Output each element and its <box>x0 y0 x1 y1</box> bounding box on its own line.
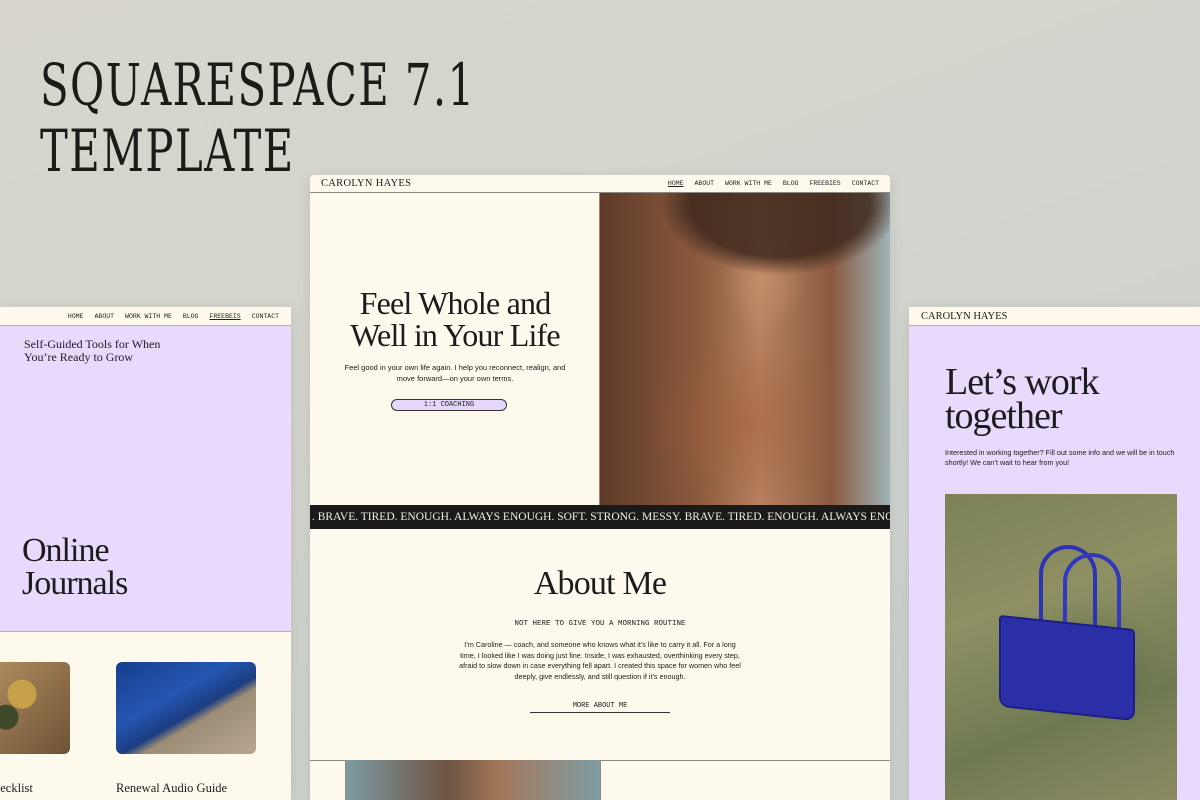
freebies-title: Online Journals <box>22 532 128 602</box>
freebies-title-line-1: Online <box>22 532 110 569</box>
hero-portrait-shading <box>600 193 890 323</box>
freebies-page-mockup: HOME ABOUT WORK WITH ME BLOG FREEBEIS CO… <box>0 307 291 800</box>
center-page-header: CAROLYN HAYES HOME ABOUT WORK WITH ME BL… <box>310 175 890 193</box>
more-about-me-link[interactable]: MORE ABOUT ME <box>530 702 670 713</box>
bottom-portrait-photo <box>345 760 601 800</box>
nav-home[interactable]: HOME <box>668 180 684 187</box>
hero-title-line-1: Feel Whole and <box>359 285 552 321</box>
checklist-product-image[interactable] <box>0 662 70 754</box>
contact-title-line-1: Let’s work <box>945 361 1100 403</box>
nav-about[interactable]: ABOUT <box>695 180 715 187</box>
contact-page-mockup: CAROLYN HAYES Let’s work together Intere… <box>909 307 1200 800</box>
nav-blog[interactable]: BLOG <box>783 180 799 187</box>
about-title: About Me <box>533 565 667 602</box>
home-page-mockup: CAROLYN HAYES HOME ABOUT WORK WITH ME BL… <box>310 175 890 800</box>
audio-guide-caption[interactable]: Renewal Audio Guide <box>116 781 227 796</box>
basket-body <box>999 614 1135 722</box>
hero-description: Feel good in your own life again. I help… <box>344 363 566 383</box>
coaching-button[interactable]: 1:1 COACHING <box>391 399 507 411</box>
nav-home[interactable]: HOME <box>68 313 84 320</box>
nav-blog[interactable]: BLOG <box>183 313 199 320</box>
nav-work-with-me[interactable]: WORK WITH ME <box>725 180 772 187</box>
nav-contact[interactable]: CONTACT <box>852 180 879 187</box>
center-page-nav: HOME ABOUT WORK WITH ME BLOG FREEBIES CO… <box>668 180 879 187</box>
hero-title: Feel Whole and Well in Your Life <box>310 287 600 351</box>
right-page-header: CAROLYN HAYES <box>909 307 1200 326</box>
nav-freebies[interactable]: FREEBEIS <box>209 313 240 320</box>
audio-guide-product-image[interactable] <box>116 662 256 754</box>
template-headline: SQUARESPACE 7.1 TEMPLATE <box>40 52 476 184</box>
left-page-nav: HOME ABOUT WORK WITH ME BLOG FREEBEIS CO… <box>68 313 279 320</box>
freebies-subtitle: Self-Guided Tools for When You’re Ready … <box>24 337 161 364</box>
left-page-header: HOME ABOUT WORK WITH ME BLOG FREEBEIS CO… <box>0 307 291 326</box>
nav-about[interactable]: ABOUT <box>95 313 115 320</box>
hero-title-line-2: Well in Your Life <box>350 317 560 353</box>
about-subtitle: NOT HERE TO GIVE YOU A MORNING ROUTINE <box>514 620 686 628</box>
about-body: I’m Caroline — coach, and someone who kn… <box>459 640 741 681</box>
contact-title: Let’s work together <box>945 361 1100 437</box>
freebies-hero: Self-Guided Tools for When You’re Ready … <box>0 326 291 632</box>
nav-contact[interactable]: CONTACT <box>252 313 279 320</box>
contact-description: Interested in working together? Fill out… <box>945 448 1175 467</box>
nav-work-with-me[interactable]: WORK WITH ME <box>125 313 172 320</box>
freebies-title-line-2: Journals <box>22 565 128 602</box>
contact-title-line-2: together <box>945 395 1063 437</box>
headline-line-1: SQUARESPACE 7.1 <box>40 51 476 119</box>
affirmation-marquee: . BRAVE. TIRED. ENOUGH. ALWAYS ENOUGH. S… <box>310 505 890 529</box>
hero-text-panel: Feel Whole and Well in Your Life Feel go… <box>310 193 600 505</box>
checklist-caption[interactable]: hecklist <box>0 781 33 796</box>
nav-freebies[interactable]: FREEBIES <box>809 180 840 187</box>
site-brand[interactable]: CAROLYN HAYES <box>321 178 411 189</box>
site-brand[interactable]: CAROLYN HAYES <box>921 311 1007 322</box>
